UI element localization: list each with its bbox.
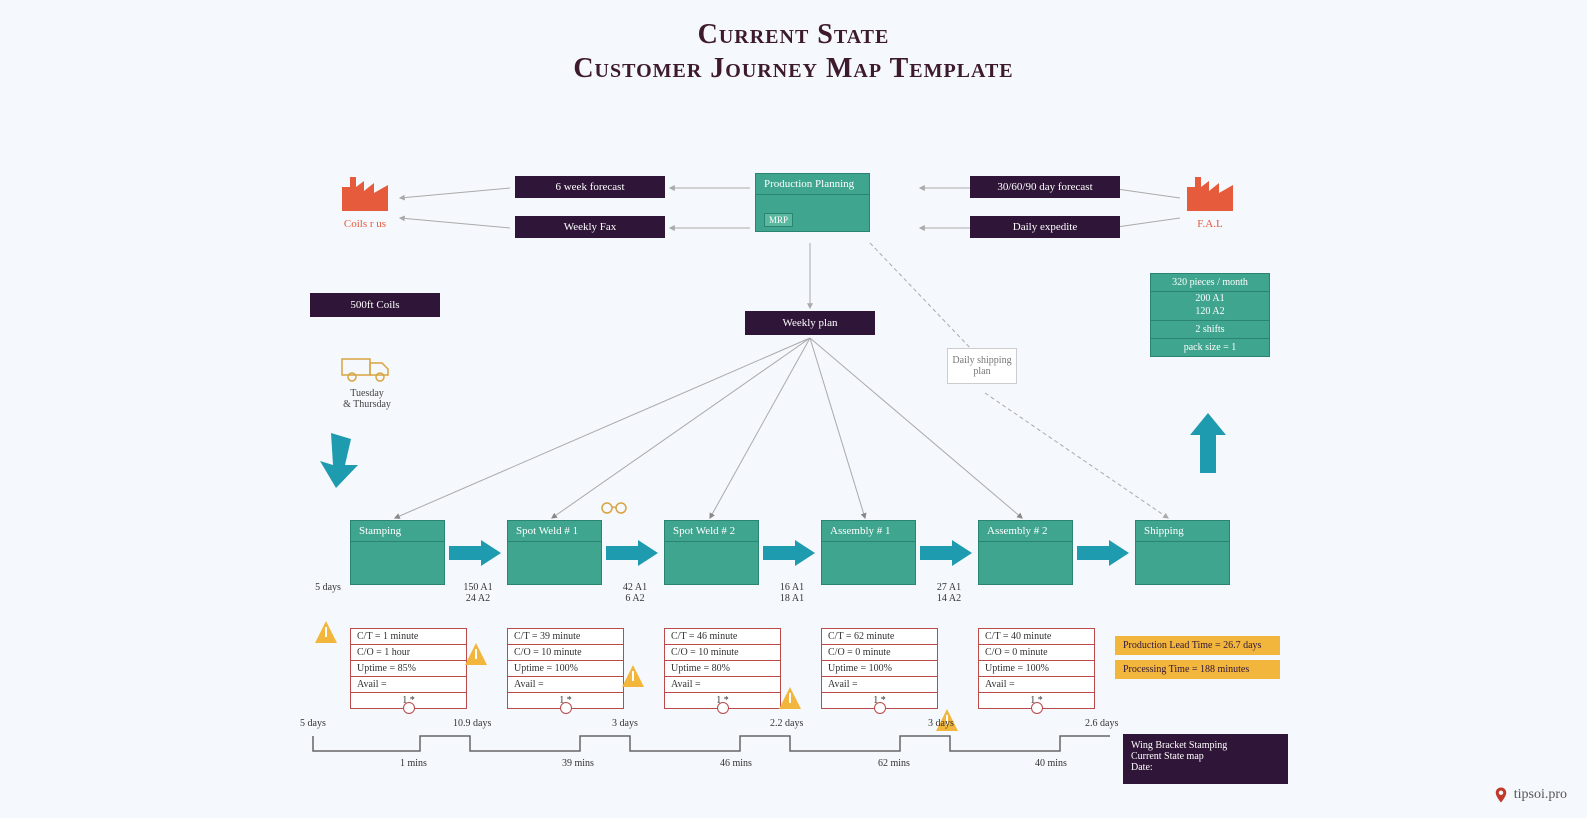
process-assembly-1: Assembly # 1 [821,520,916,585]
down-arrow-icon [316,433,366,488]
inventory-label: 42 A1 6 A2 [610,582,660,604]
supplier-name: Coils r us [340,218,390,230]
demand-l3: 120 A2 [1151,305,1269,321]
title-line2: Customer Journey Map Template [0,52,1587,86]
truck-l1: Tuesday [340,388,394,399]
process-title: Spot Weld # 2 [665,521,758,542]
process-details: C/T = 40 minuteC/O = 0 minuteUptime = 10… [978,628,1095,709]
inventory-triangle-icon [315,621,337,643]
footer-l3: Date: [1131,762,1280,773]
inventory-triangle-icon [779,687,801,709]
timeline-lead-2: 3 days [612,718,638,729]
process-spot-weld-1: Spot Weld # 1 [507,520,602,585]
flow-arrow-icon [1077,540,1129,566]
process-title: Shipping [1136,521,1229,542]
timeline-proc-3: 62 mins [878,758,910,769]
box-6week-forecast: 6 week forecast [515,176,665,198]
flow-arrow-icon [449,540,501,566]
inventory-label: 16 A1 18 A1 [767,582,817,604]
truck-icon: Tuesday & Thursday [340,353,394,410]
mrp-tag: MRP [764,213,793,227]
process-details: C/T = 46 minuteC/O = 10 minuteUptime = 8… [664,628,781,709]
inventory-triangle-icon [622,665,644,687]
watermark: tipsoi.pro [1492,786,1567,804]
box-weekly-fax: Weekly Fax [515,216,665,238]
process-details: C/T = 39 minuteC/O = 10 minuteUptime = 1… [507,628,624,709]
flow-arrow-icon [606,540,658,566]
footer-l2: Current State map [1131,751,1280,762]
timeline-lead-3: 2.2 days [770,718,803,729]
demand-l1: 320 pieces / month [1151,274,1269,292]
demand-l2: 200 A1 [1151,292,1269,305]
timeline-proc-4: 40 mins [1035,758,1067,769]
demand-l4: 2 shifts [1151,321,1269,339]
process-title: Assembly # 2 [979,521,1072,542]
footer-box: Wing Bracket Stamping Current State map … [1123,734,1288,784]
processing-time: Processing Time = 188 minutes [1115,660,1280,679]
timeline-lead-0: 5 days [300,718,326,729]
supplier-factory: Coils r us [340,173,390,230]
box-coils: 500ft Coils [310,293,440,317]
process-assembly-2: Assembly # 2 [978,520,1073,585]
demand-l5: pack size = 1 [1151,339,1269,356]
lead-time: Production Lead Time = 26.7 days [1115,636,1280,655]
process-title: Stamping [351,521,444,542]
flow-arrow-icon [763,540,815,566]
inventory-label: 5 days [303,582,353,593]
timeline-lead-1: 10.9 days [453,718,491,729]
production-planning: Production Planning MRP [755,173,870,232]
title-line1: Current State [0,18,1587,52]
footer-l1: Wing Bracket Stamping [1131,740,1280,751]
process-shipping: Shipping [1135,520,1230,585]
timeline-proc-1: 39 mins [562,758,594,769]
inventory-label: 27 A1 14 A2 [924,582,974,604]
timeline-lead-5: 2.6 days [1085,718,1118,729]
flow-arrow-icon [920,540,972,566]
process-details: C/T = 1 minuteC/O = 1 hourUptime = 85%Av… [350,628,467,709]
box-daily-shipping: Daily shipping plan [947,348,1017,384]
glasses-icon [600,501,628,515]
customer-factory: F.A.L [1185,173,1235,230]
inventory-label: 150 A1 24 A2 [453,582,503,604]
timeline-proc-2: 46 mins [720,758,752,769]
truck-l2: & Thursday [340,399,394,410]
process-details: C/T = 62 minuteC/O = 0 minuteUptime = 10… [821,628,938,709]
process-title: Assembly # 1 [822,521,915,542]
box-30-60-90: 30/60/90 day forecast [970,176,1120,198]
box-weekly-plan: Weekly plan [745,311,875,335]
watermark-text: tipsoi.pro [1514,787,1567,803]
process-title: Spot Weld # 1 [508,521,601,542]
timeline-proc-0: 1 mins [400,758,427,769]
up-arrow-icon [1188,413,1228,473]
inventory-triangle-icon [465,643,487,665]
process-spot-weld-2: Spot Weld # 2 [664,520,759,585]
process-stamping: Stamping [350,520,445,585]
timeline-lead-4: 3 days [928,718,954,729]
production-planning-title: Production Planning [756,174,869,195]
box-daily-expedite: Daily expedite [970,216,1120,238]
customer-name: F.A.L [1185,218,1235,230]
demand-box: 320 pieces / month 200 A1 120 A2 2 shift… [1150,273,1270,357]
